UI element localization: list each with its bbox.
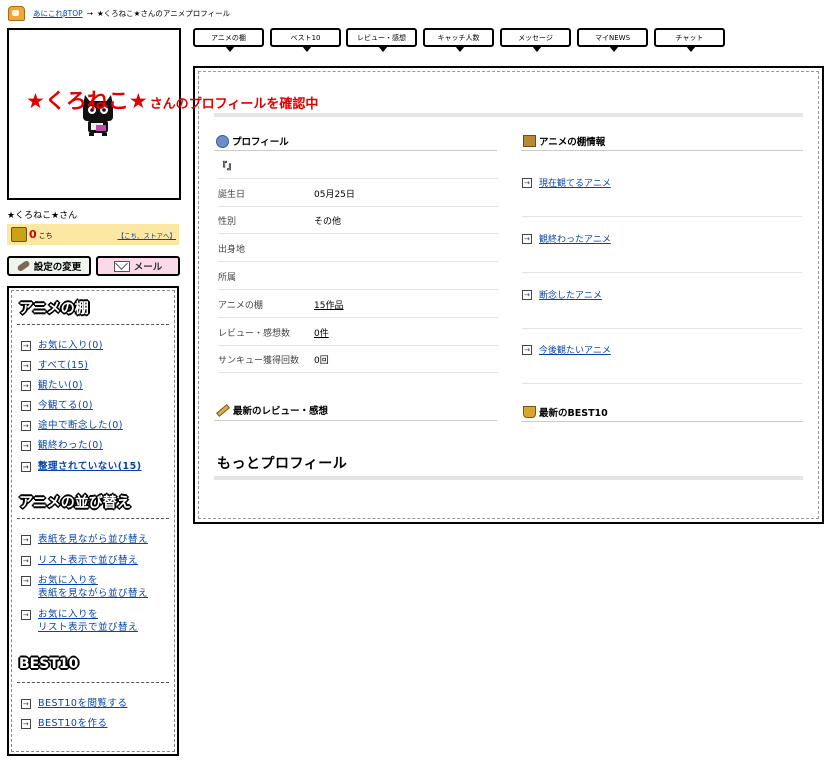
page-title-suffix: さんのプロフィールを確認中 [149, 97, 319, 112]
divider [17, 518, 169, 519]
arrow-right-icon: → [21, 699, 31, 709]
tab-catch-count[interactable]: キャッチ人数 [423, 28, 494, 52]
tab-my-news[interactable]: マイNEWS [577, 28, 648, 52]
breadcrumb: あにこれβTOP → ★くろねこ★さんのアニメプロフィール [8, 5, 230, 21]
settings-button-label: 設定の変更 [33, 262, 82, 273]
sidebar-item-sort-fav-cover[interactable]: → お気に入りを 表紙を見ながら並び替え [21, 574, 148, 600]
shelf-link-finished[interactable]: → 観終わったアニメ [522, 232, 802, 273]
profile-row-reviews: レビュー・感想数 0件 [218, 319, 498, 346]
sidebar-heading-sort: アニメの並び替え [19, 495, 131, 511]
book-icon [523, 135, 536, 147]
page-title: ★くろねこ★ さんのプロフィールを確認中 [26, 85, 318, 115]
more-profile-divider [214, 476, 803, 480]
shelf-section-heading: アニメの棚情報 [523, 134, 605, 148]
arrow-right-icon: → [522, 345, 532, 355]
arrow-right-icon: → [21, 576, 31, 586]
profile-row-birthday: 誕生日 05月25日 [218, 180, 498, 207]
arrow-right-icon: → [21, 421, 31, 431]
tab-messages[interactable]: メッセージ [500, 28, 571, 52]
arrow-right-icon: → [21, 401, 31, 411]
breadcrumb-home-link[interactable]: あにこれβTOP [33, 8, 83, 19]
profile-row-gender: 性別 その他 [218, 207, 498, 234]
page-title-name: ★くろねこ★ [26, 89, 148, 113]
divider [214, 420, 497, 421]
sidebar-item-sort-fav-list[interactable]: → お気に入りを リスト表示で並び替え [21, 608, 138, 634]
sidebar-item-best10-view[interactable]: → BEST10を閲覧する [21, 697, 127, 710]
mail-button[interactable]: メール [96, 256, 180, 276]
coin-store-link[interactable]: 【こち、ストアへ】 [118, 230, 177, 240]
tab-anime-shelf[interactable]: アニメの棚 [193, 28, 264, 52]
arrow-right-icon: → [522, 290, 532, 300]
shelf-count-link[interactable]: 15作品 [314, 298, 343, 311]
coin-bar: 0 こち 【こち、ストアへ】 [7, 224, 179, 245]
sidebar-item-sort-list[interactable]: → リスト表示で並び替え [21, 554, 138, 567]
tab-chat[interactable]: チャット [654, 28, 725, 52]
wrench-icon [16, 259, 31, 273]
sidebar-item-dropped[interactable]: → 途中で断念した(0) [21, 419, 123, 432]
divider [17, 324, 169, 325]
profile-quote: 『』 [218, 152, 498, 179]
sidebar-item-best10-create[interactable]: → BEST10を作る [21, 717, 107, 730]
mail-button-label: メール [133, 262, 163, 273]
coin-unit: こち [38, 232, 53, 240]
sidebar-item-unsorted[interactable]: → 整理されていない(15) [21, 460, 142, 473]
person-icon [216, 134, 229, 148]
settings-button[interactable]: 設定の変更 [7, 256, 91, 276]
title-divider [214, 113, 803, 117]
arrow-right-icon: → [21, 341, 31, 351]
arrow-right-icon: → [21, 719, 31, 729]
more-profile-heading: もっとプロフィール [217, 456, 348, 472]
sidebar-heading-best10: BEST10 [19, 656, 79, 672]
arrow-right-icon: → [522, 178, 532, 188]
profile-row-affiliation: 所属 [218, 263, 498, 290]
arrow-right-icon: → [21, 441, 31, 451]
sidebar-item-want[interactable]: → 観たい(0) [21, 379, 83, 392]
arrow-right-icon: → [21, 610, 31, 620]
divider [521, 421, 803, 422]
tab-reviews[interactable]: レビュー・感想 [346, 28, 417, 52]
shelf-link-want[interactable]: → 今後観たいアニメ [522, 343, 802, 384]
coin-count: 0 [29, 228, 37, 241]
sidebar-item-all[interactable]: → すべて(15) [21, 359, 88, 372]
breadcrumb-current: ★くろねこ★さんのアニメプロフィール [96, 8, 231, 18]
profile-row-hometown: 出身地 [218, 235, 498, 262]
profile-section-heading: プロフィール [216, 134, 289, 148]
trophy-icon [523, 406, 536, 418]
sidebar-heading-shelf: アニメの棚 [19, 301, 89, 317]
reviews-section-heading: 最新のレビュー・感想 [216, 403, 328, 417]
sidebar-item-watching[interactable]: → 今観てる(0) [21, 399, 93, 412]
sidebar-item-favorites[interactable]: → お気に入り(0) [21, 339, 103, 352]
home-icon[interactable] [8, 5, 25, 21]
best10-section-heading: 最新のBEST10 [523, 405, 608, 419]
sidebar-item-finished[interactable]: → 観終わった(0) [21, 439, 103, 452]
divider [521, 150, 803, 151]
sidebar-item-sort-cover[interactable]: → 表紙を見ながら並び替え [21, 533, 148, 546]
user-display-name: ★くろねこ★さん [7, 211, 78, 221]
coin-icon [11, 227, 27, 242]
shelf-link-watching[interactable]: → 現在観てるアニメ [522, 176, 802, 217]
sidebar: アニメの棚 → お気に入り(0) → すべて(15) → 観たい(0) → 今観てる(0… [7, 286, 179, 756]
mail-icon [113, 260, 130, 272]
profile-row-shelf: アニメの棚 15作品 [218, 291, 498, 318]
arrow-right-icon: → [21, 556, 31, 566]
review-count-link[interactable]: 0件 [314, 326, 329, 339]
tab-best10[interactable]: ベスト10 [270, 28, 341, 52]
shelf-link-dropped[interactable]: → 断念したアニメ [522, 288, 802, 329]
arrow-right-icon: → [21, 381, 31, 391]
arrow-right-icon: → [21, 535, 31, 545]
arrow-right-icon: → [522, 234, 532, 244]
divider [214, 150, 497, 151]
profile-row-thanks: サンキュー獲得回数 0回 [218, 346, 498, 373]
arrow-right-icon: → [21, 361, 31, 371]
divider [17, 682, 169, 683]
breadcrumb-separator: → [86, 8, 93, 18]
arrow-right-icon: → [21, 462, 31, 472]
pen-icon [216, 403, 230, 417]
